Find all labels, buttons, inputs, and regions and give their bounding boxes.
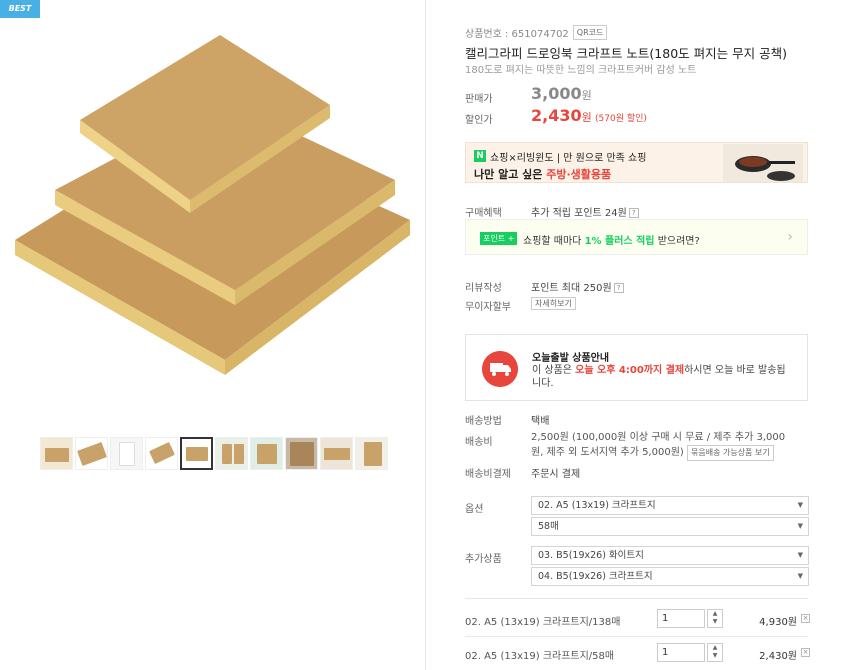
chevron-down-icon: ▼ [797,501,803,509]
product-code: 상품번호 : 651074702 [465,29,569,40]
discount-price-unit: 원 [581,111,592,124]
thumbnail-2[interactable] [75,437,108,470]
stepper-down-icon[interactable]: ▼ [708,618,722,626]
ship-pay-label: 배송비결제 [465,469,511,480]
benefit-label: 구매혜택 [465,208,502,219]
option-select-1[interactable]: 02. A5 (13x19) 크라프트지 ▼ [531,496,809,515]
cookware-image [723,144,803,182]
today-desc-b: 오늘 오후 4:00까지 결제 [575,365,685,376]
point-plus-text: 쇼핑할 때마다 1% 플러스 적립 받으려면? [523,232,700,247]
thumbnail-6[interactable] [215,437,248,470]
point-plus-box[interactable]: 포인트 + 쇼핑할 때마다 1% 플러스 적립 받으려면? › [465,219,808,255]
chevron-down-icon: ▼ [797,551,803,559]
point-text-a: 쇼핑할 때마다 [523,236,585,247]
discount-price-value: 2,430 [531,106,582,125]
ship-pay-value: 주문시 결제 [531,469,581,480]
sale-price-label: 판매가 [465,94,493,105]
bundle-ship-button[interactable]: 묶음배송 가능상품 보기 [687,445,774,461]
today-shipping-box: 오늘출발 상품안내 이 상품은 오늘 오후 4:00까지 결제하시면 오늘 바로… [465,334,808,401]
qr-code-button[interactable]: QR코드 [572,25,608,40]
main-product-image [15,35,410,375]
review-value: 포인트 최대 250원 [531,283,612,294]
ship-fee-label: 배송비 [465,437,493,448]
selected-item-price: 4,930원 [759,617,797,628]
discount-note: (570원 할인) [595,114,647,124]
thumbnail-strip [40,437,388,470]
thumbnail-8[interactable] [285,437,318,470]
discount-price: 2,430원 [531,106,592,125]
help-icon[interactable]: ? [613,283,624,293]
thumbnail-1[interactable] [40,437,73,470]
product-info-panel: 상품번호 : 651074702 QR코드 캘리그라피 드로잉북 크라프트 노트… [427,0,849,670]
quantity-input[interactable]: 1 [657,609,705,628]
ship-method-value: 택배 [531,416,550,427]
chevron-down-icon: ▼ [797,522,803,530]
installment-value-row: 자세히보기 [531,297,576,310]
selected-item-price: 2,430원 [759,651,797,662]
remove-icon[interactable]: × [801,614,810,623]
today-shipping-desc: 이 상품은 오늘 오후 4:00까지 결제하시면 오늘 바로 발송됩니다. [532,364,794,390]
divider [465,598,808,599]
option-select-1-value: 02. A5 (13x19) 크라프트지 [538,500,656,511]
today-desc-a: 이 상품은 [532,365,576,376]
option-select-2-value: 58매 [538,521,559,532]
product-code-row: 상품번호 : 651074702 QR코드 [465,25,608,40]
banner-line1: 쇼핑×리빙윈도 | 만 원으로 만족 쇼핑 [490,153,647,164]
help-icon[interactable]: ? [628,208,639,218]
shopping-window-banner[interactable]: N 쇼핑×리빙윈도 | 만 원으로 만족 쇼핑 나만 알고 싶은 주방·생활용품 [465,142,808,183]
quantity-stepper[interactable]: ▲ ▼ [707,643,723,662]
ship-method-label: 배송방법 [465,416,502,427]
thumbnail-9[interactable] [320,437,353,470]
thumbnail-10[interactable] [355,437,388,470]
divider [465,636,808,637]
add-product-select-2-value: 04. B5(19x26) 크라프트지 [538,571,653,582]
product-subtitle: 180도로 펴지는 따뜻한 느낌의 크라프트커버 감성 노트 [465,65,697,76]
review-label: 리뷰작성 [465,283,502,294]
add-product-select-1-value: 03. B5(19x26) 화이트지 [538,550,644,561]
option-label: 옵션 [465,504,484,515]
review-value-row: 포인트 최대 250원? [531,279,624,294]
thumbnail-3[interactable] [110,437,143,470]
best-badge: BEST [0,0,40,18]
quantity-stepper[interactable]: ▲ ▼ [707,609,723,628]
chevron-right-icon: › [787,229,793,245]
thumbnail-7[interactable] [250,437,283,470]
installment-detail-button[interactable]: 자세히보기 [531,297,576,310]
point-text-b: 1% 플러스 적립 [584,236,655,247]
add-product-select-2[interactable]: 04. B5(19x26) 크라프트지 ▼ [531,567,809,586]
product-image-panel: BEST [0,0,426,670]
point-plus-tag: 포인트 + [480,232,518,245]
stepper-up-icon[interactable]: ▲ [708,644,722,652]
add-product-label: 추가상품 [465,554,502,565]
chevron-down-icon: ▼ [797,572,803,580]
truck-icon [482,351,518,387]
remove-icon[interactable]: × [801,648,810,657]
sale-price-value: 3,000 [531,84,582,103]
product-title: 캘리그라피 드로잉북 크라프트 노트(180도 펴지는 무지 공책) [465,46,787,61]
add-product-select-1[interactable]: 03. B5(19x26) 화이트지 ▼ [531,546,809,565]
benefit-value-row: 추가 적립 포인트 24원? [531,204,639,219]
thumbnail-4[interactable] [145,437,178,470]
option-select-2[interactable]: 58매 ▼ [531,517,809,536]
naver-logo-icon: N [474,150,486,162]
point-text-c: 받으려면? [654,236,700,247]
banner-line2: 나만 알고 싶은 주방·생활용품 [474,166,611,182]
selected-item-name: 02. A5 (13x19) 크라프트지/138매 [465,617,621,628]
benefit-value: 추가 적립 포인트 24원 [531,208,627,219]
stepper-up-icon[interactable]: ▲ [708,610,722,618]
sale-price-unit: 원 [581,89,592,102]
ship-fee-value-row: 2,500원 (100,000원 이상 구매 시 무료 / 제주 추가 3,00… [531,431,793,461]
discount-price-label: 할인가 [465,115,493,126]
quantity-input[interactable]: 1 [657,643,705,662]
stepper-down-icon[interactable]: ▼ [708,652,722,660]
today-shipping-title: 오늘출발 상품안내 [532,353,610,364]
sale-price: 3,000원 [531,84,592,103]
installment-label: 무이자할부 [465,302,511,313]
selected-item-name: 02. A5 (13x19) 크라프트지/58매 [465,651,615,662]
banner-line2-prefix: 나만 알고 싶은 [474,168,547,181]
thumbnail-5[interactable] [180,437,213,470]
banner-line2-highlight: 주방·생활용품 [546,168,612,181]
